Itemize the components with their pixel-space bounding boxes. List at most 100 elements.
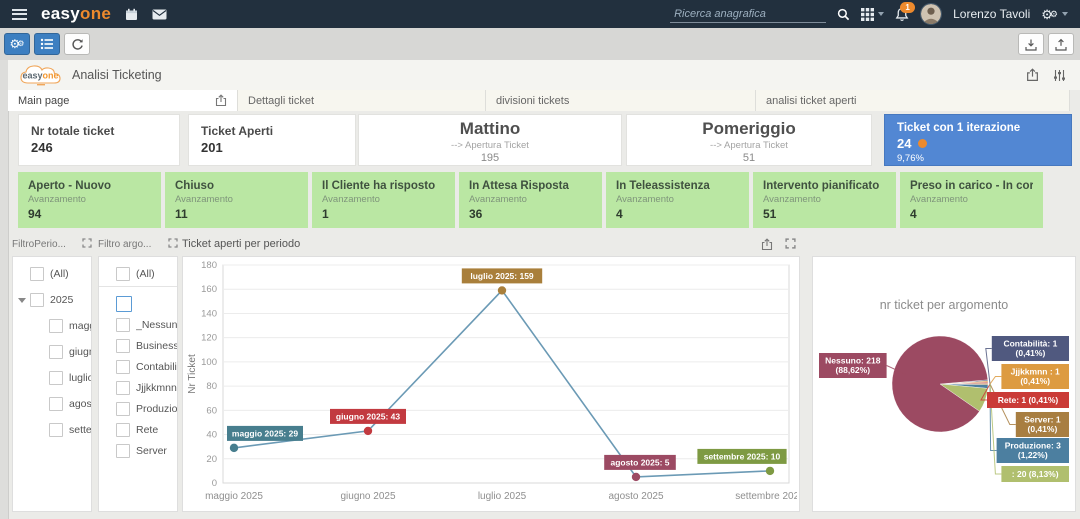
status-card[interactable]: Il Cliente ha rispostoAvanzamento1	[312, 172, 455, 228]
checkbox[interactable]	[49, 319, 63, 333]
avatar[interactable]	[920, 3, 942, 25]
tab-divisioni-tickets[interactable]: divisioni tickets	[486, 90, 756, 111]
status-card-title: Chiuso	[175, 180, 298, 192]
checkbox[interactable]	[49, 345, 63, 359]
checkbox[interactable]	[116, 402, 130, 416]
filter-item-label: 2025	[50, 294, 73, 306]
kpi-value-text: 51	[743, 152, 755, 164]
svg-text:maggio 2025: 29: maggio 2025: 29	[232, 428, 298, 438]
settings-gears-icon[interactable]: ⚙⚙	[1041, 8, 1068, 21]
search-input[interactable]	[670, 6, 826, 23]
filter-panel-title: FiltroPerio...	[12, 239, 66, 250]
filter-item[interactable]	[99, 295, 177, 312]
checkbox[interactable]	[49, 423, 63, 437]
search-icon[interactable]	[837, 8, 850, 21]
user-name[interactable]: Lorenzo Tavoli	[953, 7, 1030, 21]
filter-item[interactable]: Jjjkkmnn	[99, 379, 177, 396]
svg-text:Produzione: 3: Produzione: 3	[1005, 441, 1061, 451]
checkbox[interactable]	[116, 381, 130, 395]
checkbox[interactable]	[116, 423, 130, 437]
status-card[interactable]: ChiusoAvanzamento11	[165, 172, 308, 228]
tab-main-page[interactable]: Main page	[8, 90, 238, 111]
refresh-icon	[71, 38, 84, 51]
expand-filter-icon[interactable]	[168, 238, 178, 251]
checkbox[interactable]	[116, 339, 130, 353]
toolbar-list-button[interactable]	[34, 33, 60, 55]
status-card-label: Avanzamento	[763, 194, 886, 205]
status-card-value: 36	[469, 207, 592, 221]
notification-bell-icon[interactable]: 1	[895, 7, 909, 22]
checkbox[interactable]	[49, 397, 63, 411]
status-card[interactable]: Intervento pianificatoAvanzamento51	[753, 172, 896, 228]
toolbar-refresh-button[interactable]	[64, 33, 90, 55]
toolbar-export-button[interactable]	[1048, 33, 1074, 55]
filter-item[interactable]: Produzione	[99, 400, 177, 417]
kpi-card-value: 24	[897, 136, 1059, 151]
kpi-card[interactable]: Nr totale ticket246	[18, 114, 180, 166]
brand-logo[interactable]: easyone	[41, 4, 111, 24]
line-chart-box: 020406080100120140160180maggio 2025giugn…	[182, 256, 800, 512]
tab-dettagli-ticket[interactable]: Dettagli ticket	[238, 90, 486, 111]
export-chart-icon[interactable]	[761, 238, 773, 251]
status-row: Aperto - NuovoAvanzamento94ChiusoAvanzam…	[0, 172, 1080, 228]
filter-item-label: luglio	[69, 372, 91, 384]
checkbox[interactable]	[30, 293, 44, 307]
filter-item[interactable]: 2025	[13, 291, 91, 308]
filter-item[interactable]: Server	[99, 442, 177, 459]
caret-down-icon[interactable]	[18, 298, 26, 303]
filter-panel-title: Filtro argo...	[98, 239, 151, 250]
status-card[interactable]: Aperto - NuovoAvanzamento94	[18, 172, 161, 228]
filter-item[interactable]: (All)	[13, 265, 91, 282]
filter-item[interactable]: Business	[99, 337, 177, 354]
status-card[interactable]: In Attesa RispostaAvanzamento36	[459, 172, 602, 228]
checkbox[interactable]	[116, 444, 130, 458]
sliders-icon[interactable]	[1053, 69, 1066, 82]
envelope-icon[interactable]	[152, 9, 167, 20]
checkbox[interactable]	[49, 371, 63, 385]
line-chart[interactable]: 020406080100120140160180maggio 2025giugn…	[183, 257, 797, 509]
svg-text:Rete: 1 (0,41%): Rete: 1 (0,41%)	[998, 395, 1059, 405]
pie-chart-panel: nr ticket per argomentoContabilità: 1(0,…	[812, 234, 1076, 512]
share-icon[interactable]	[1026, 68, 1039, 82]
status-card-title: Aperto - Nuovo	[28, 180, 151, 192]
tab-analisi-ticket-aperti[interactable]: analisi ticket aperti	[756, 90, 1070, 111]
kpi-card[interactable]: Ticket Aperti201	[188, 114, 356, 166]
status-card-value: 4	[616, 207, 739, 221]
status-card[interactable]: In TeleassistenzaAvanzamento4	[606, 172, 749, 228]
filter-item[interactable]: giugno	[13, 343, 91, 360]
page-title: Analisi Ticketing	[72, 68, 162, 82]
filter-item[interactable]: Rete	[99, 421, 177, 438]
checkbox[interactable]	[116, 296, 132, 312]
svg-text:160: 160	[201, 284, 217, 295]
expand-filter-icon[interactable]	[82, 238, 92, 251]
toolbar-import-button[interactable]	[1018, 33, 1044, 55]
filter-item[interactable]: maggio	[13, 317, 91, 334]
kpi-card[interactable]: Pomeriggio--> Apertura Ticket51	[626, 114, 872, 166]
tab-label: Main page	[18, 95, 69, 107]
filter-item[interactable]: luglio	[13, 369, 91, 386]
toolbar-settings-button[interactable]: ⚙⚙	[4, 33, 30, 55]
hamburger-menu-icon[interactable]	[12, 9, 27, 20]
filter-item[interactable]: (All)	[99, 265, 177, 282]
apps-grid-icon[interactable]	[861, 8, 884, 21]
checkbox[interactable]	[116, 267, 130, 281]
expand-chart-icon[interactable]	[785, 238, 796, 251]
kpi-card[interactable]: Ticket con 1 iterazione249,76%	[884, 114, 1072, 166]
checkbox[interactable]	[116, 318, 130, 332]
filter-item[interactable]: agosto	[13, 395, 91, 412]
calendar-icon[interactable]	[125, 8, 138, 21]
kpi-value-text: 246	[31, 140, 53, 155]
svg-text:(0,41%): (0,41%)	[1016, 348, 1046, 358]
filter-panel: FiltroPerio... (All) 2025 maggio giugno lugli…	[12, 234, 92, 512]
filter-item[interactable]: Contabilità	[99, 358, 177, 375]
kpi-card[interactable]: Mattino--> Apertura Ticket195	[358, 114, 622, 166]
export-tab-icon[interactable]	[215, 94, 227, 107]
pie-chart[interactable]: nr ticket per argomentoContabilità: 1(0,…	[813, 257, 1075, 511]
filter-item-label: _Nessuno	[136, 319, 177, 331]
checkbox[interactable]	[116, 360, 130, 374]
filter-item[interactable]: _Nessuno	[99, 316, 177, 333]
status-card[interactable]: Preso in carico - In corsoAvanzamento4	[900, 172, 1043, 228]
checkbox[interactable]	[30, 267, 44, 281]
tab-label: analisi ticket aperti	[766, 95, 857, 107]
filter-item[interactable]: settem...	[13, 421, 91, 438]
